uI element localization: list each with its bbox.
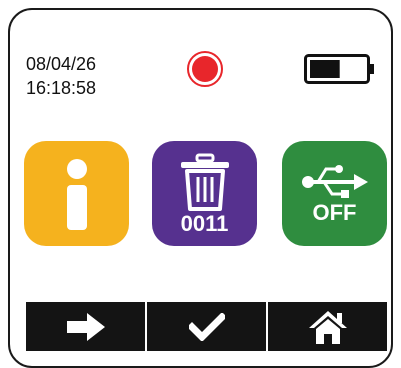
- trash-count: 0011: [180, 210, 229, 236]
- arrow-right-icon: [66, 312, 105, 341]
- datetime-display: 08/04/26 16:18:58: [26, 52, 96, 100]
- record-dot-icon: [187, 51, 223, 87]
- usb-state-label: OFF: [312, 199, 357, 225]
- checkmark-icon: [188, 312, 225, 341]
- usb-icon: [301, 164, 368, 198]
- next-button[interactable]: [26, 302, 147, 351]
- info-icon: [66, 158, 87, 230]
- battery-level-fill: [310, 60, 340, 78]
- confirm-button[interactable]: [147, 302, 268, 351]
- trash-button[interactable]: 0011: [152, 141, 257, 246]
- home-icon: [308, 310, 347, 344]
- time-label: 16:18:58: [26, 78, 97, 98]
- usb-button[interactable]: OFF: [282, 141, 387, 246]
- trash-icon: [180, 153, 229, 211]
- bottom-nav-bar: [26, 302, 387, 351]
- home-button[interactable]: [268, 302, 387, 351]
- info-button[interactable]: [24, 141, 129, 246]
- battery-icon: [304, 54, 374, 84]
- date-label: 08/04/26: [26, 54, 97, 74]
